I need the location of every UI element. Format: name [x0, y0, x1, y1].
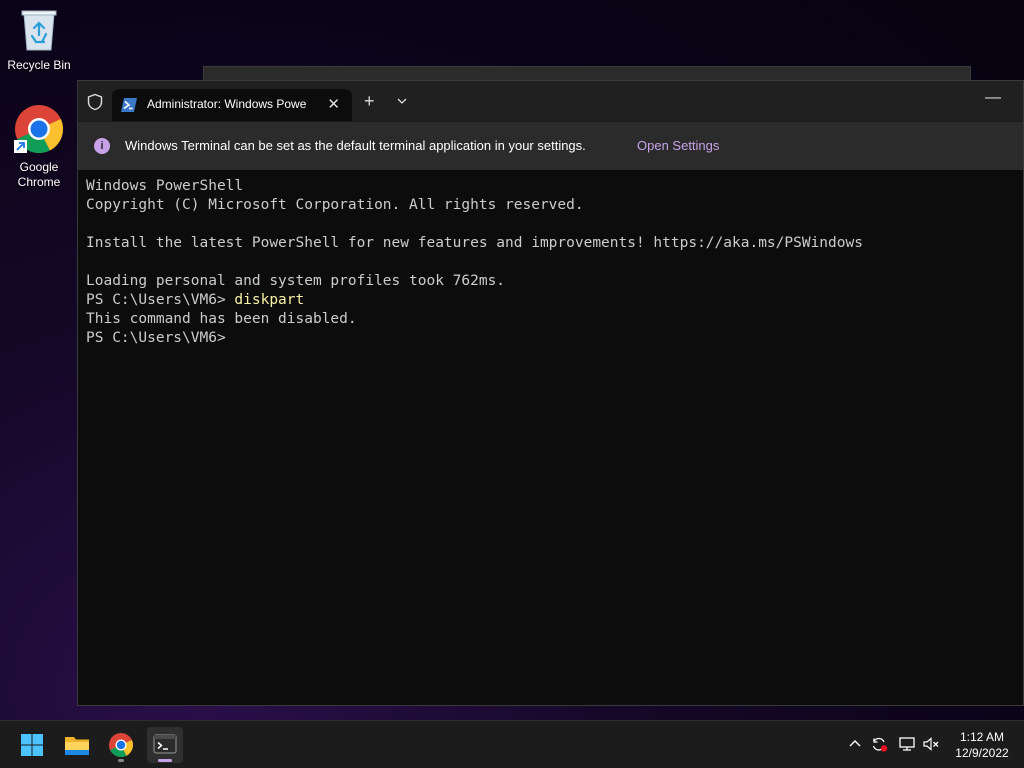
- console-line: PS C:\Users\VM6>: [86, 330, 226, 346]
- desktop-icon-label: Google Chrome: [17, 160, 61, 189]
- desktop-icon-recycle-bin[interactable]: Recycle Bin: [3, 8, 75, 73]
- info-icon: i: [94, 138, 110, 154]
- minimize-button[interactable]: —: [985, 89, 1001, 107]
- active-indicator: [158, 759, 172, 762]
- terminal-icon: [153, 734, 177, 754]
- powershell-icon: [121, 98, 137, 112]
- network-icon[interactable]: [898, 735, 916, 753]
- windows-logo-icon: [21, 734, 43, 756]
- tab-close-icon[interactable]: ✕: [327, 95, 340, 113]
- chevron-down-icon[interactable]: [396, 95, 408, 107]
- chrome-icon: [109, 733, 134, 758]
- console-line: ​: [86, 215, 1015, 234]
- tab-title: Administrator: Windows Powe: [147, 97, 307, 111]
- volume-muted-icon[interactable]: [922, 735, 940, 753]
- console-line: Windows PowerShell: [86, 178, 244, 194]
- terminal-window[interactable]: Administrator: Windows Powe ✕ + — i Wind…: [77, 80, 1024, 706]
- start-button[interactable]: [14, 727, 50, 763]
- sync-icon[interactable]: [870, 735, 888, 753]
- clock-date: 12/9/2022: [955, 746, 1009, 760]
- taskbar: 1:12 AM 12/9/2022: [0, 720, 1024, 768]
- prompt: PS C:\Users\VM6>: [86, 292, 235, 308]
- console-output[interactable]: Windows PowerShell Copyright (C) Microsof…: [86, 177, 1015, 348]
- open-settings-link[interactable]: Open Settings: [637, 138, 719, 153]
- info-message: Windows Terminal can be set as the defau…: [125, 138, 586, 153]
- desktop-icon-google-chrome[interactable]: Google Chrome: [3, 104, 75, 190]
- taskbar-file-explorer[interactable]: [59, 727, 95, 763]
- chrome-icon: [14, 105, 64, 154]
- recycle-bin-icon: [21, 10, 57, 51]
- chevron-up-icon[interactable]: [846, 735, 864, 753]
- console-line: Install the latest PowerShell for new fe…: [86, 235, 863, 251]
- console-line: PS C:\Users\VM6> diskpart: [86, 291, 1015, 310]
- system-clock[interactable]: 1:12 AM 12/9/2022: [948, 729, 1016, 761]
- console-line: This command has been disabled.: [86, 311, 357, 327]
- clock-time: 1:12 AM: [959, 730, 1005, 744]
- folder-icon: [65, 737, 89, 755]
- info-bar: i Windows Terminal can be set as the def…: [78, 121, 1023, 170]
- running-indicator: [118, 759, 124, 762]
- console-line: ​: [86, 253, 1015, 272]
- new-tab-button[interactable]: +: [364, 91, 375, 112]
- taskbar-terminal[interactable]: [147, 727, 183, 763]
- console-line: Loading personal and system profiles too…: [86, 273, 506, 289]
- desktop-icon-label: Recycle Bin: [7, 58, 71, 72]
- console-line: Copyright (C) Microsoft Corporation. All…: [86, 197, 584, 213]
- command: diskpart: [234, 292, 305, 308]
- tab-powershell[interactable]: Administrator: Windows Powe ✕: [112, 89, 352, 121]
- taskbar-chrome[interactable]: [103, 727, 139, 763]
- shield-icon: [87, 93, 103, 111]
- title-bar[interactable]: Administrator: Windows Powe ✕ + —: [78, 81, 1023, 121]
